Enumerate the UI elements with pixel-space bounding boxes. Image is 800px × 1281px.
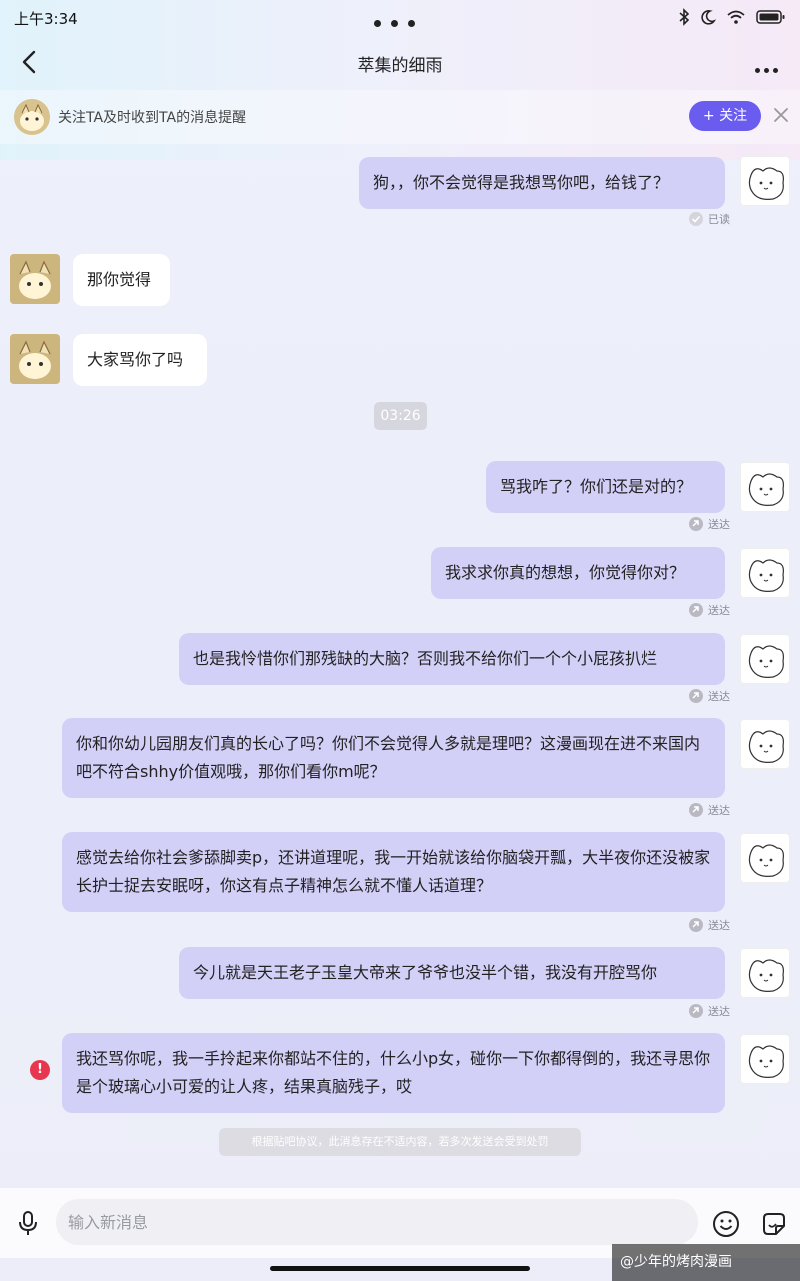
wifi-icon <box>727 10 745 24</box>
sent-icon <box>689 603 703 617</box>
message-text: 你和你幼儿园朋友们真的长心了吗？你们不会觉得人多就是理吧？这漫画现在进不来国内吧… <box>76 734 701 781</box>
follow-prompt-text: 关注TA及时收到TA的消息提醒 <box>58 110 247 126</box>
message-text: 那你觉得 <box>87 270 152 289</box>
message-text: 今儿就是天王老子玉皇大帝来了爷爷也没半个错，我没有开腔骂你 <box>193 963 658 982</box>
camera-dots <box>374 12 425 31</box>
message-bubble[interactable]: 骂我咋了？你们还是对的？ <box>486 461 725 513</box>
sent-icon <box>689 689 703 703</box>
message-bubble[interactable]: 大家骂你了吗 <box>73 334 207 386</box>
avatar[interactable] <box>740 719 790 769</box>
delivery-status: 送达 <box>688 688 730 704</box>
sticker-icon[interactable] <box>760 1210 788 1238</box>
message-bubble[interactable]: 那你觉得 <box>73 254 170 306</box>
read-status: 已读 <box>688 211 730 227</box>
message-bubble[interactable]: 也是我怜惜你们那残缺的大脑？否则我不给你们一个个小屁孩扒烂 <box>179 633 725 685</box>
content-warning-notice: 根据贴吧协议，此消息存在不适内容，若多次发送会受到处罚 <box>219 1128 581 1156</box>
message-input[interactable] <box>56 1199 698 1245</box>
emoji-icon[interactable] <box>712 1210 740 1238</box>
home-indicator[interactable] <box>270 1266 530 1271</box>
avatar[interactable] <box>740 1034 790 1084</box>
message-bubble[interactable]: 今儿就是天王老子玉皇大帝来了爷爷也没半个错，我没有开腔骂你 <box>179 947 725 999</box>
check-icon <box>689 212 703 226</box>
more-icon[interactable] <box>751 58 778 77</box>
sent-icon <box>689 803 703 817</box>
follow-banner: 关注TA及时收到TA的消息提醒 + 关注 <box>0 90 800 144</box>
message-bubble[interactable]: 感觉去给你社会爹舔脚卖p，还讲道理呢，我一开始就该给你脑袋开瓢，大半夜你还没被家… <box>62 832 725 912</box>
delivery-status: 送达 <box>688 516 730 532</box>
avatar[interactable] <box>14 99 50 135</box>
sent-icon <box>689 918 703 932</box>
avatar[interactable] <box>10 334 60 384</box>
delivery-status: 送达 <box>688 1003 730 1019</box>
delivery-status: 送达 <box>688 802 730 818</box>
bluetooth-icon <box>679 8 690 26</box>
status-time: 上午3:34 <box>14 10 78 28</box>
avatar[interactable] <box>740 548 790 598</box>
message-text: 大家骂你了吗 <box>87 350 184 369</box>
avatar[interactable] <box>740 948 790 998</box>
chat-title: 萃集的细雨 <box>357 56 443 76</box>
message-bubble[interactable]: 你和你幼儿园朋友们真的长心了吗？你们不会觉得人多就是理吧？这漫画现在进不来国内吧… <box>62 718 725 798</box>
delivery-status: 送达 <box>688 917 730 933</box>
avatar[interactable] <box>10 254 60 304</box>
message-text: 我还骂你呢，我一手拎起来你都站不住的，什么小p女，碰你一下你都得倒的，我还寻思你… <box>76 1049 711 1096</box>
send-failed-icon[interactable]: ! <box>30 1060 50 1080</box>
avatar[interactable] <box>740 634 790 684</box>
message-bubble[interactable]: 狗，，你不会觉得是我想骂你吧，给钱了？ <box>359 157 725 209</box>
status-icons <box>678 8 786 26</box>
message-text: 我求求你真的想想，你觉得你对？ <box>445 563 686 582</box>
time-divider: 03:26 <box>374 402 427 430</box>
message-bubble[interactable]: 我求求你真的想想，你觉得你对？ <box>431 547 725 599</box>
title-bar: 萃集的细雨 <box>0 38 800 86</box>
avatar[interactable] <box>740 156 790 206</box>
avatar[interactable] <box>740 462 790 512</box>
message-text: 狗，，你不会觉得是我想骂你吧，给钱了？ <box>373 173 670 192</box>
message-text: 也是我怜惜你们那残缺的大脑？否则我不给你们一个个小屁孩扒烂 <box>193 649 658 668</box>
message-text: 感觉去给你社会爹舔脚卖p，还讲道理呢，我一开始就该给你脑袋开瓢，大半夜你还没被家… <box>76 848 711 895</box>
watermark: @少年的烤肉漫画 <box>612 1244 800 1281</box>
mic-icon[interactable] <box>16 1210 40 1236</box>
message-text: 骂我咋了？你们还是对的？ <box>500 477 693 496</box>
sent-icon <box>689 1004 703 1018</box>
close-icon[interactable] <box>772 106 790 124</box>
avatar[interactable] <box>740 833 790 883</box>
follow-button[interactable]: + 关注 <box>689 101 761 131</box>
status-bar: 上午3:34 <box>0 0 800 36</box>
sent-icon <box>689 517 703 531</box>
moon-icon <box>701 10 716 25</box>
battery-icon <box>756 10 785 24</box>
message-bubble[interactable]: 我还骂你呢，我一手拎起来你都站不住的，什么小p女，碰你一下你都得倒的，我还寻思你… <box>62 1033 725 1113</box>
delivery-status: 送达 <box>688 602 730 618</box>
